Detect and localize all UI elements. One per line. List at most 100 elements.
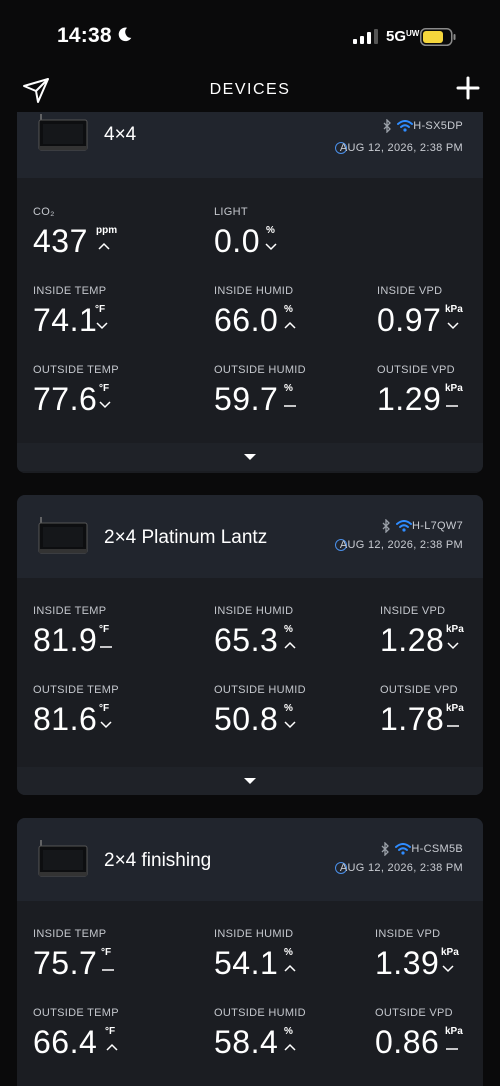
metric-value: 58.4: [214, 1024, 279, 1060]
trend-up-icon: [284, 641, 296, 649]
metrics-grid: INSIDE TEMP 75.7 °F INSIDE HUMID 54.1 % …: [17, 901, 483, 1086]
controller-thumbnail-icon: [38, 114, 88, 151]
metric-outside-temp[interactable]: OUTSIDE TEMP 81.6 °F: [33, 684, 119, 737]
add-device-button[interactable]: [456, 76, 480, 100]
chevron-down-icon: [244, 778, 256, 784]
metric-value: 1.29: [377, 381, 442, 417]
trend-down-icon: [265, 243, 277, 251]
trend-down-icon: [442, 965, 454, 973]
metric-outside-humid[interactable]: OUTSIDE HUMID 58.4 %: [214, 1007, 306, 1060]
device-card[interactable]: 2×4 Platinum Lantz H-L7QW7 AUG 12, 2026,…: [17, 495, 483, 795]
metric-value: 0.97: [377, 302, 442, 338]
metric-value: 437: [33, 223, 88, 259]
device-card-header[interactable]: 2×4 finishing H-CSM5B AUG 12, 2026, 2:38…: [17, 818, 483, 901]
device-name[interactable]: 2×4 Platinum Lantz: [104, 527, 267, 549]
battery-icon: [420, 28, 456, 46]
trend-up-icon: [284, 964, 296, 972]
trend-flat-icon: [100, 646, 112, 648]
metric-unit: %: [284, 947, 293, 958]
metric-value: 81.9: [33, 622, 98, 658]
device-card[interactable]: 2×4 finishing H-CSM5B AUG 12, 2026, 2:38…: [17, 818, 483, 1086]
metric-outside-temp[interactable]: OUTSIDE TEMP 66.4 °F: [33, 1007, 119, 1060]
metric-label: INSIDE VPD: [380, 605, 446, 617]
metric-value: 0.86: [375, 1024, 440, 1060]
metric-value: 66.4: [33, 1024, 98, 1060]
metrics-grid: INSIDE TEMP 81.9 °F INSIDE HUMID 65.3 % …: [17, 578, 483, 767]
metric-value: 75.7: [33, 945, 98, 981]
metric-label: OUTSIDE TEMP: [33, 1007, 119, 1019]
expand-toggle[interactable]: [17, 767, 483, 795]
metric-inside-temp[interactable]: INSIDE TEMP 74.1 °F: [33, 285, 108, 338]
metric-label: OUTSIDE HUMID: [214, 364, 306, 376]
metric-unit: %: [284, 1026, 293, 1037]
metric-inside-humid[interactable]: INSIDE HUMID 54.1 %: [214, 928, 296, 981]
device-name[interactable]: 2×4 finishing: [104, 850, 211, 872]
metric-inside-temp[interactable]: INSIDE TEMP 75.7 °F: [33, 928, 114, 981]
metric-label: OUTSIDE TEMP: [33, 364, 119, 376]
metric-light[interactable]: LIGHT 0.0 %: [214, 206, 277, 259]
metric-co2[interactable]: CO₂ 437 ppm: [33, 206, 117, 259]
metric-label: LIGHT: [214, 206, 248, 218]
cellular-signal-icon: [353, 29, 378, 44]
metric-outside-vpd[interactable]: OUTSIDE VPD 0.86 kPa: [375, 1007, 463, 1060]
device-card-header[interactable]: 2×4 Platinum Lantz H-L7QW7 AUG 12, 2026,…: [17, 495, 483, 578]
metric-outside-vpd[interactable]: OUTSIDE VPD 1.78 kPa: [380, 684, 464, 737]
trend-flat-icon: [102, 969, 114, 971]
metric-unit: °F: [99, 383, 110, 394]
metric-inside-humid[interactable]: INSIDE HUMID 65.3 %: [214, 605, 296, 658]
controller-thumbnail-icon: [38, 517, 88, 554]
expand-toggle[interactable]: [17, 443, 483, 471]
device-id: H-CSM5B: [411, 843, 463, 855]
metric-outside-temp[interactable]: OUTSIDE TEMP 77.6 °F: [33, 364, 119, 417]
last-updated: AUG 12, 2026, 2:38 PM: [339, 142, 463, 154]
metric-outside-humid[interactable]: OUTSIDE HUMID 59.7 %: [214, 364, 306, 417]
trend-flat-icon: [284, 405, 296, 407]
wifi-icon: [396, 520, 412, 532]
metric-value: 1.78: [380, 701, 445, 737]
chevron-down-icon: [244, 454, 256, 460]
metric-label: INSIDE HUMID: [214, 605, 294, 617]
metric-label: INSIDE VPD: [375, 928, 441, 940]
metric-inside-temp[interactable]: INSIDE TEMP 81.9 °F: [33, 605, 112, 658]
network-type: 5GUW: [386, 28, 420, 45]
metric-value: 74.1: [33, 302, 98, 338]
metric-unit: %: [284, 304, 293, 315]
metric-unit: %: [266, 225, 275, 236]
metric-unit: °F: [99, 624, 110, 635]
metric-label: OUTSIDE VPD: [377, 364, 455, 376]
metric-value: 0.0: [214, 223, 260, 259]
metric-label: OUTSIDE TEMP: [33, 684, 119, 696]
device-card[interactable]: 4×4 H-SX5DP AUG 12, 2026, 2:38 PM CO₂ 43…: [17, 112, 483, 473]
trend-flat-icon: [446, 1048, 458, 1050]
metric-unit: °F: [105, 1026, 116, 1037]
metric-unit: kPa: [445, 1026, 463, 1037]
metric-inside-vpd[interactable]: INSIDE VPD 0.97 kPa: [377, 285, 463, 338]
metric-inside-humid[interactable]: INSIDE HUMID 66.0 %: [214, 285, 296, 338]
metric-unit: %: [284, 383, 293, 394]
metric-value: 77.6: [33, 381, 98, 417]
device-id: H-L7QW7: [412, 520, 463, 532]
device-card-header[interactable]: 4×4 H-SX5DP AUG 12, 2026, 2:38 PM: [17, 112, 483, 178]
trend-down-icon: [284, 721, 296, 729]
metric-inside-vpd[interactable]: INSIDE VPD 1.39 kPa: [375, 928, 459, 981]
device-list[interactable]: 4×4 H-SX5DP AUG 12, 2026, 2:38 PM CO₂ 43…: [0, 112, 500, 1086]
metric-unit: kPa: [446, 703, 464, 714]
trend-up-icon: [98, 242, 110, 250]
nav-header: DEVICES: [0, 72, 500, 112]
trend-up-icon: [106, 1043, 118, 1051]
metric-unit: °F: [99, 703, 110, 714]
wifi-icon: [397, 120, 413, 132]
last-updated: AUG 12, 2026, 2:38 PM: [339, 539, 463, 551]
metric-outside-vpd[interactable]: OUTSIDE VPD 1.29 kPa: [377, 364, 463, 417]
metric-outside-humid[interactable]: OUTSIDE HUMID 50.8 %: [214, 684, 306, 737]
device-name[interactable]: 4×4: [104, 124, 136, 146]
wifi-icon: [395, 843, 411, 855]
metric-inside-vpd[interactable]: INSIDE VPD 1.28 kPa: [380, 605, 464, 658]
metric-value: 81.6: [33, 701, 98, 737]
metric-label: OUTSIDE VPD: [380, 684, 458, 696]
bluetooth-icon: [381, 842, 389, 856]
device-id: H-SX5DP: [413, 120, 463, 132]
metric-label: INSIDE TEMP: [33, 285, 107, 297]
trend-up-icon: [284, 1043, 296, 1051]
metric-value: 65.3: [214, 622, 279, 658]
